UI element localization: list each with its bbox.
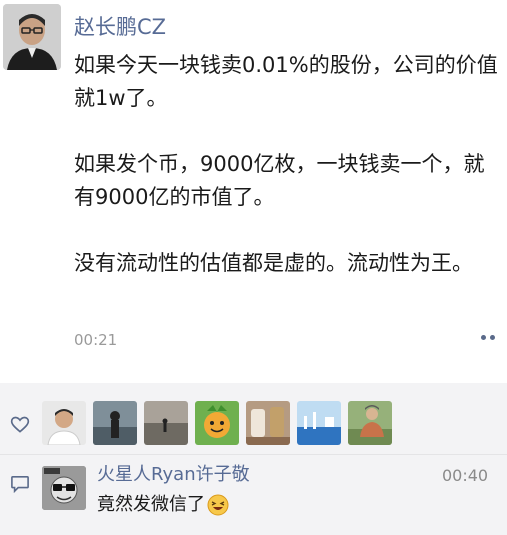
liker-avatar[interactable]: [195, 401, 239, 445]
heart-outline-icon: [10, 416, 30, 433]
author-name[interactable]: 赵长鹏CZ: [74, 14, 166, 40]
post-content: 如果今天一块钱卖0.01%的股份，公司的价值就1w了。 如果发个币，9000亿枚…: [74, 49, 499, 280]
divider: [0, 454, 507, 455]
liker-avatar[interactable]: [297, 401, 341, 445]
author-avatar[interactable]: [3, 4, 61, 70]
post-paragraph: 如果今天一块钱卖0.01%的股份，公司的价值就1w了。: [74, 53, 498, 110]
liker-avatar[interactable]: [93, 401, 137, 445]
liker-avatar[interactable]: [144, 401, 188, 445]
interaction-panel: 火星人Ryan许子敬 00:40 竟然发微信了: [0, 383, 507, 535]
commenter-avatar[interactable]: [42, 466, 86, 510]
liker-avatar[interactable]: [42, 401, 86, 445]
comment-bubble-icon: [11, 475, 29, 493]
commenter-name[interactable]: 火星人Ryan许子敬: [97, 463, 250, 487]
post-paragraph: 如果发个币，9000亿枚，一块钱卖一个，就有9000亿的市值了。: [74, 152, 485, 209]
post-timestamp: 00:21: [74, 331, 118, 349]
liker-avatar[interactable]: [246, 401, 290, 445]
comment-time: 00:40: [442, 466, 489, 485]
liker-avatar[interactable]: [348, 401, 392, 445]
comment-body: 竟然发微信了: [97, 494, 205, 515]
liker-avatars: [42, 401, 392, 445]
more-dots-icon[interactable]: [474, 326, 502, 348]
grinning-squint-emoji: [207, 494, 229, 516]
post-paragraph: 没有流动性的估值都是虚的。流动性为王。: [74, 251, 473, 275]
moments-post: 赵长鹏CZ 如果今天一块钱卖0.01%的股份，公司的价值就1w了。 如果发个币，…: [0, 0, 507, 383]
comment-text[interactable]: 竟然发微信了: [97, 493, 229, 517]
